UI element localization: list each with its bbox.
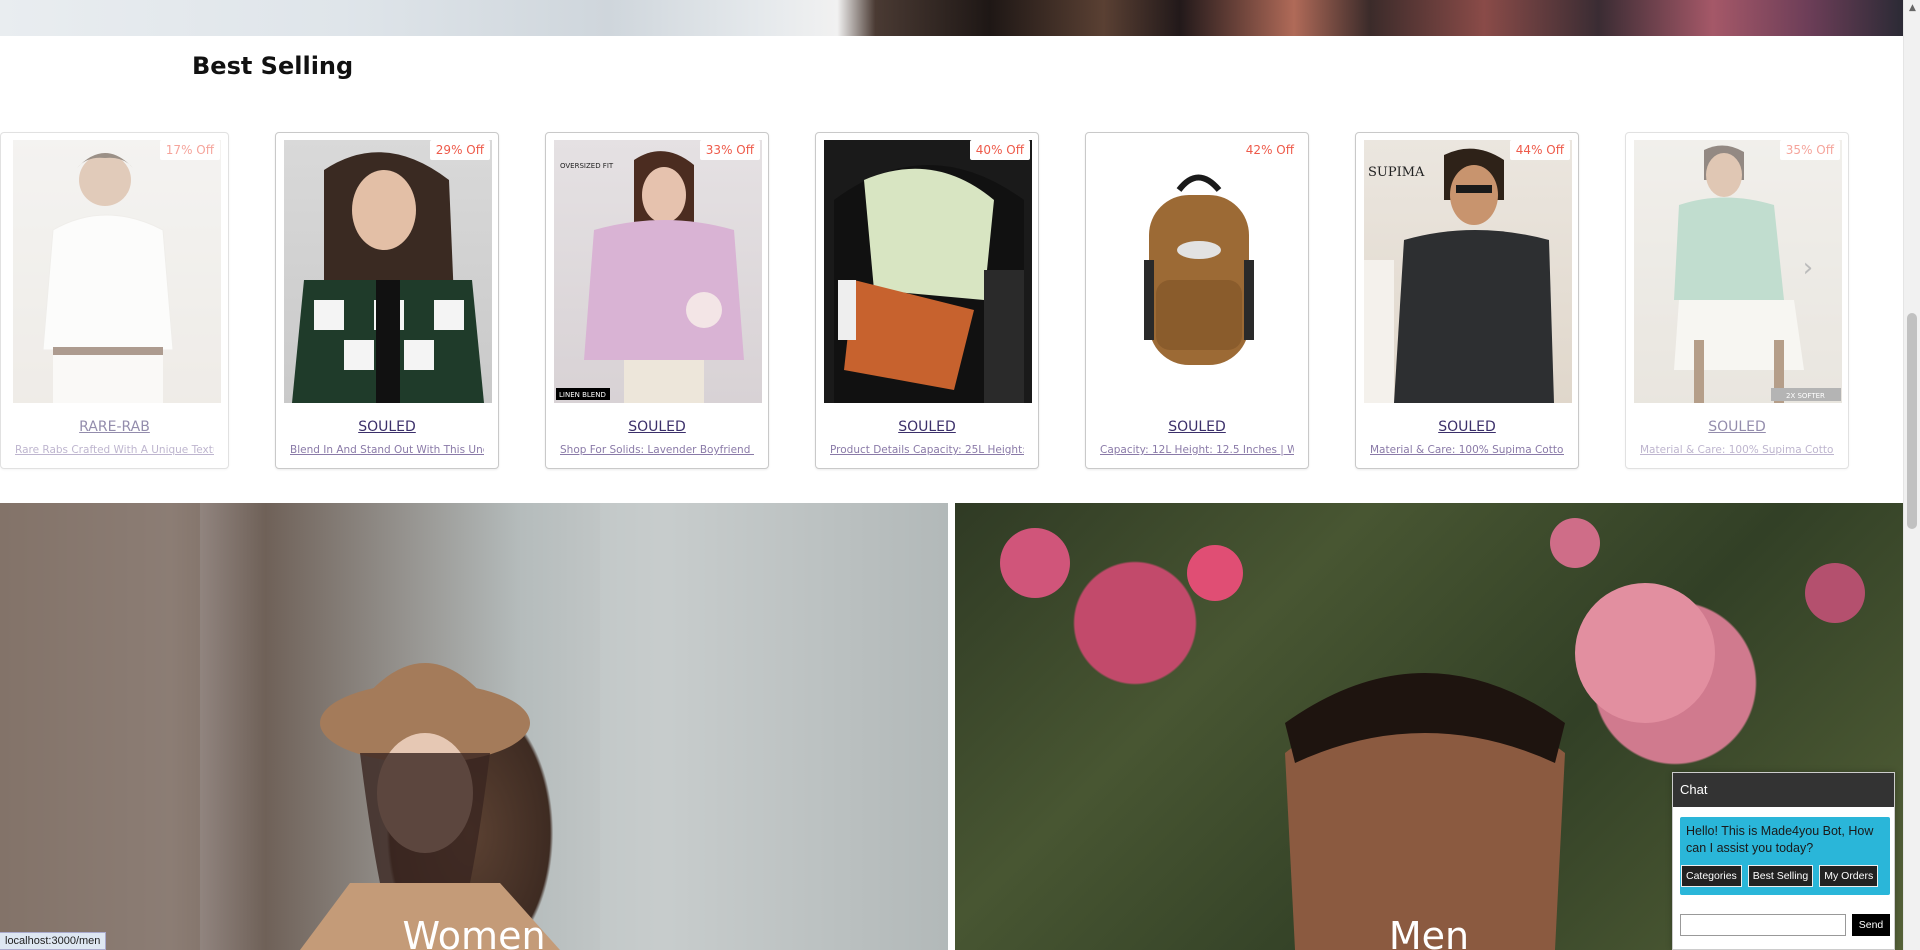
linen-blend-tag: LINEN BLEND — [559, 391, 606, 399]
page: Best Selling 17% Off RARE-RAB Rare Rabs … — [0, 0, 1903, 950]
product-card[interactable]: 42% Off SOULED Capacity: 12L Height: 12.… — [1085, 132, 1309, 469]
status-url-bar: localhost:3000/men — [0, 932, 107, 950]
product-brand-link[interactable]: RARE-RAB — [1, 419, 228, 435]
product-description-link[interactable]: Rare Rabs Crafted With A Unique Texture — [15, 444, 214, 456]
product-card[interactable]: 2X SOFTER 35% Off SOULED Material & Care… — [1625, 132, 1849, 469]
product-image[interactable]: SUPIMA — [1364, 140, 1572, 403]
product-description-link[interactable]: Material & Care: 100% Supima Cotton M — [1640, 444, 1834, 456]
chat-widget: Chat Hello! This is Made4you Bot, How ca… — [1672, 772, 1895, 950]
product-description-link[interactable]: Shop For Solids: Lavender Boyfriend Sh — [560, 444, 754, 456]
page-scrollbar[interactable]: ▲ — [1903, 0, 1920, 950]
product-image[interactable] — [284, 140, 492, 403]
chat-message-text: Hello! This is Made4you Bot, How can I a… — [1686, 824, 1874, 855]
carousel-next-chevron-icon[interactable]: › — [1796, 255, 1820, 281]
product-image[interactable] — [824, 140, 1032, 403]
scrollbar-thumb[interactable] — [1907, 313, 1917, 529]
scroll-up-arrow-icon[interactable]: ▲ — [1904, 0, 1920, 17]
product-image[interactable] — [13, 140, 221, 403]
product-description-link[interactable]: Product Details Capacity: 25L Height: 17 — [830, 444, 1024, 456]
product-description-link[interactable]: Blend In And Stand Out With This Unco — [290, 444, 484, 456]
chat-quick-replies: Categories Best Selling My Orders — [1681, 865, 1879, 887]
product-brand-link[interactable]: SOULED — [1626, 419, 1848, 435]
product-image[interactable]: OVERSIZED FIT LINEN BLEND — [554, 140, 762, 403]
chat-my-orders-button[interactable]: My Orders — [1819, 865, 1879, 887]
product-description-link[interactable]: Material & Care: 100% Supima Cotton M — [1370, 444, 1564, 456]
discount-badge: 42% Off — [1239, 140, 1300, 160]
product-card[interactable]: 29% Off SOULED Blend In And Stand Out Wi… — [275, 132, 499, 469]
chat-categories-button[interactable]: Categories — [1681, 865, 1742, 887]
product-image[interactable] — [1094, 140, 1302, 403]
product-card[interactable]: 40% Off SOULED Product Details Capacity:… — [815, 132, 1039, 469]
discount-badge: 29% Off — [429, 140, 490, 160]
product-brand-link[interactable]: SOULED — [546, 419, 768, 435]
discount-badge: 33% Off — [699, 140, 760, 160]
product-brand-link[interactable]: SOULED — [1356, 419, 1578, 435]
discount-badge: 44% Off — [1509, 140, 1570, 160]
chat-best-selling-button[interactable]: Best Selling — [1747, 865, 1814, 887]
section-title: Best Selling — [192, 52, 354, 80]
product-description-link[interactable]: Capacity: 12L Height: 12.5 Inches | Wid — [1100, 444, 1294, 456]
chat-title: Chat — [1673, 773, 1894, 807]
oversized-tag: OVERSIZED FIT — [560, 162, 614, 170]
chat-send-button[interactable]: Send — [1852, 914, 1890, 936]
product-brand-link[interactable]: SOULED — [1086, 419, 1308, 435]
product-brand-link[interactable]: SOULED — [816, 419, 1038, 435]
discount-badge: 35% Off — [1779, 140, 1840, 160]
product-brand-link[interactable]: SOULED — [276, 419, 498, 435]
discount-badge: 17% Off — [159, 140, 220, 160]
softer-tag: 2X SOFTER — [1786, 392, 1825, 400]
chat-message-input[interactable] — [1680, 914, 1846, 936]
hero-banner-image[interactable] — [0, 0, 1903, 36]
best-selling-carousel: 17% Off RARE-RAB Rare Rabs Crafted With … — [0, 132, 1903, 470]
product-card[interactable]: SUPIMA 44% Off SOULED Material & Care: 1… — [1355, 132, 1579, 469]
women-category-tile[interactable]: Women — [0, 503, 948, 950]
discount-badge: 40% Off — [969, 140, 1030, 160]
product-card[interactable]: 17% Off RARE-RAB Rare Rabs Crafted With … — [0, 132, 229, 469]
women-label: Women — [402, 914, 546, 950]
supima-tag: SUPIMA — [1368, 165, 1425, 180]
chat-input-row: Send — [1680, 914, 1890, 938]
product-card[interactable]: OVERSIZED FIT LINEN BLEND 33% Off SOULED… — [545, 132, 769, 469]
